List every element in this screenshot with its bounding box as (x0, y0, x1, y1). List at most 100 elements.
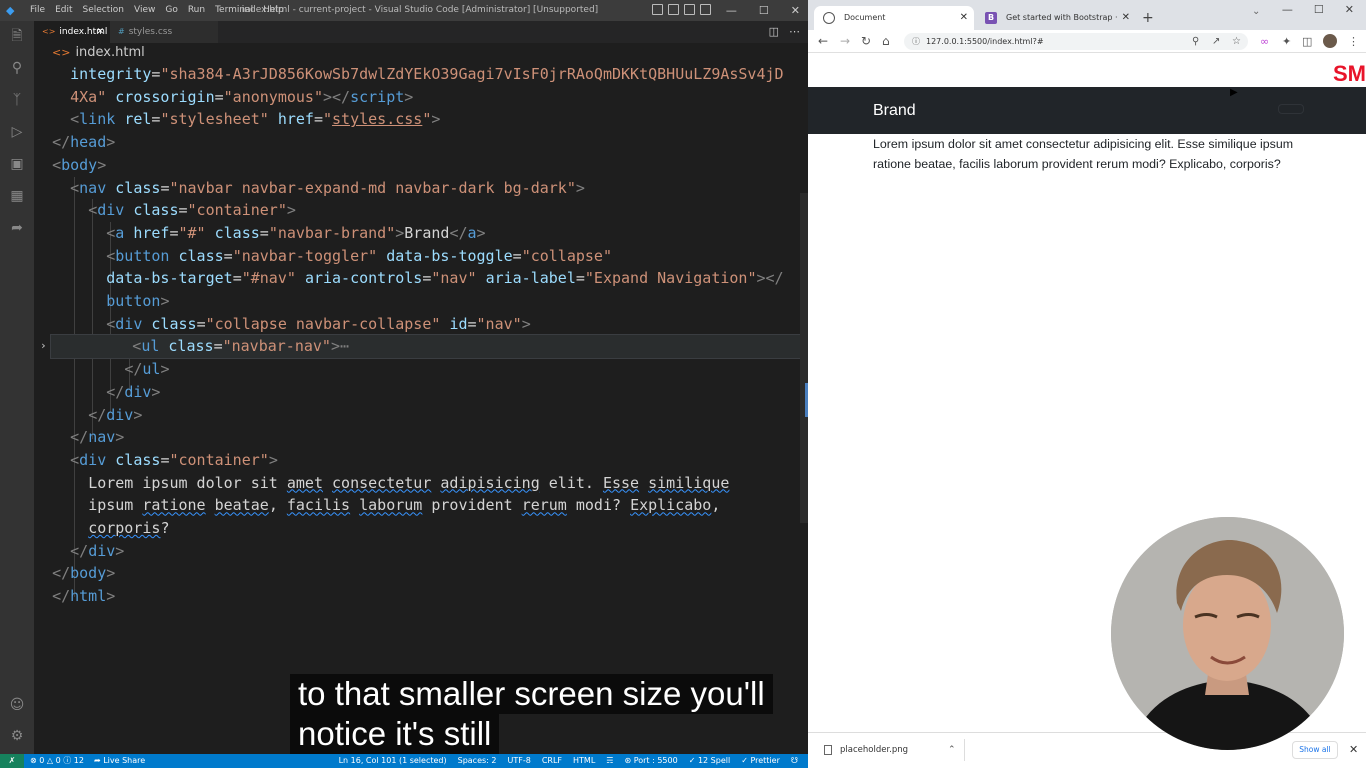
notifications-bell-icon[interactable]: ☋ (791, 754, 798, 768)
menu-edit[interactable]: Edit (55, 0, 72, 21)
video-captions: to that smaller screen size you'll notic… (290, 674, 790, 754)
site-info-icon[interactable]: ⓘ (912, 33, 920, 50)
browser-tab-document[interactable]: Document ✕ (814, 6, 974, 30)
screen: ◆ File Edit Selection View Go Run Termin… (0, 0, 1366, 768)
tab-search-chevron-icon[interactable]: ⌄ (1252, 6, 1260, 18)
editor-tabs: <> index.html ✕ # styles.css ◫ ⋯ (34, 21, 808, 43)
page-paragraph: Lorem ipsum dolor sit amet consectetur a… (873, 137, 1294, 172)
live-share-label: Live Share (103, 756, 146, 765)
spell-check[interactable]: ✓ 12 Spell (689, 754, 731, 768)
spell-label: 12 Spell (697, 756, 731, 765)
back-arrow-icon[interactable]: ← (818, 30, 828, 53)
code-line: <button class="navbar-toggler" data-bs-t… (106, 246, 612, 265)
code-line: </head> (52, 133, 116, 152)
browser-menu-icon[interactable]: ⋮ (1348, 30, 1359, 53)
fold-chevron-icon[interactable]: › (40, 335, 47, 358)
minimize-icon[interactable]: — (1282, 2, 1293, 18)
manage-gear-icon[interactable]: ⚙ (8, 727, 26, 745)
tab-index-html[interactable]: <> index.html ✕ (34, 21, 110, 43)
side-panel-icon[interactable]: ◫ (1302, 30, 1312, 53)
encoding[interactable]: UTF-8 (507, 754, 530, 768)
new-tab-plus-icon[interactable]: + (1142, 6, 1154, 30)
bookmark-star-icon[interactable]: ☆ (1232, 33, 1241, 50)
more-actions-icon[interactable]: ⋯ (789, 21, 800, 43)
explorer-icon[interactable]: 🗎 (8, 27, 26, 45)
breadcrumb[interactable]: <> index.html (34, 43, 808, 63)
code-line: <a href="#" class="navbar-brand">Brand</… (106, 223, 486, 242)
menu-file[interactable]: File (30, 0, 45, 21)
status-bar: ✗ ⊗ 0 △ 0 ⓘ 12 ➦ Live Share Ln 16, Col 1… (0, 754, 808, 768)
tab-close-icon[interactable]: ✕ (1122, 6, 1130, 30)
code-line: </html> (52, 587, 116, 606)
share-icon[interactable]: ↗ (1212, 33, 1220, 50)
tab-close-icon[interactable]: ✕ (96, 21, 104, 43)
menu-selection[interactable]: Selection (83, 0, 124, 21)
prettier-status[interactable]: ✓ Prettier (741, 754, 780, 768)
close-icon[interactable]: ✕ (791, 0, 800, 21)
check-double-icon: ✓ (741, 756, 748, 765)
accounts-icon[interactable]: ☺ (8, 696, 26, 714)
remote-explorer-icon[interactable]: ▣ (8, 155, 26, 173)
minimize-icon[interactable]: — (726, 0, 737, 21)
code-line: 4Xa" crossorigin="anonymous"></script> (70, 87, 414, 106)
run-debug-icon[interactable]: ▷ (8, 123, 26, 141)
profile-avatar[interactable] (1323, 34, 1337, 48)
tab-title: Document (844, 13, 886, 22)
live-server-port[interactable]: ⊛ Port : 5500 (624, 754, 677, 768)
live-share-button[interactable]: ➦ Live Share (94, 754, 145, 768)
address-bar[interactable]: ⓘ 127.0.0.1:5500/index.html?# ⚲ ↗ ☆ (904, 33, 1248, 50)
line-ending[interactable]: CRLF (542, 754, 562, 768)
close-icon[interactable]: ✕ (1345, 2, 1354, 18)
scrollbar-thumb[interactable] (800, 193, 808, 523)
menu-run[interactable]: Run (188, 0, 205, 21)
extensions-puzzle-icon[interactable]: ✦ (1282, 30, 1291, 53)
menu-go[interactable]: Go (165, 0, 177, 21)
status-right: Ln 16, Col 101 (1 selected) Spaces: 2 UT… (339, 754, 798, 768)
download-options-chevron-icon[interactable]: ⌃ (948, 733, 956, 767)
tab-styles-css[interactable]: # styles.css (110, 21, 218, 43)
navbar-toggler-button[interactable] (1278, 104, 1304, 114)
code-editor[interactable]: integrity="sha384-A3rJD856KowSb7dwlZdYEk… (34, 63, 800, 754)
search-icon[interactable]: ⚲ (8, 59, 26, 77)
editor-scrollbar[interactable] (800, 63, 808, 754)
info-icon: ⓘ (63, 756, 72, 765)
spell-icon: ✓ (688, 756, 696, 765)
reload-icon[interactable]: ↻ (861, 30, 871, 53)
download-item[interactable]: placeholder.png (824, 733, 908, 767)
indentation[interactable]: Spaces: 2 (458, 754, 497, 768)
code-line: <div class="collapse navbar-collapse" id… (106, 314, 531, 333)
prettier-label: Prettier (750, 756, 780, 765)
window-title: index.html - current-project - Visual St… (241, 5, 599, 15)
maximize-icon[interactable]: ☐ (1314, 2, 1324, 18)
browser-tab-bootstrap[interactable]: B Get started with Bootstrap · Boot ✕ (976, 6, 1136, 46)
code-line: </ul> (124, 360, 170, 379)
tab-close-icon[interactable]: ✕ (960, 6, 968, 30)
split-editor-icon[interactable]: ◫ (769, 21, 779, 43)
navbar-brand[interactable]: Brand (873, 87, 916, 134)
home-icon[interactable]: ⌂ (882, 30, 890, 53)
zoom-icon[interactable]: ⚲ (1192, 33, 1199, 50)
remote-indicator-icon[interactable]: ✗ (0, 754, 24, 768)
code-line: </div> (70, 541, 125, 560)
code-line: </body> (52, 564, 116, 583)
maximize-icon[interactable]: ☐ (759, 0, 769, 21)
extensions-icon[interactable]: ▦ (8, 187, 26, 205)
language-mode[interactable]: HTML (573, 754, 595, 768)
toggle-sidebar-icon[interactable] (652, 4, 663, 15)
cursor-position[interactable]: Ln 16, Col 101 (1 selected) (339, 754, 447, 768)
close-download-bar-icon[interactable]: ✕ (1349, 733, 1358, 767)
extension-icon[interactable]: ∞ (1260, 30, 1269, 53)
code-line: corporis? (88, 519, 170, 537)
feedback-icon[interactable]: ☴ (606, 754, 613, 768)
live-share-icon[interactable]: ➦ (8, 219, 26, 237)
toggle-secondary-sidebar-icon[interactable] (684, 4, 695, 15)
forward-arrow-icon[interactable]: → (840, 30, 850, 53)
show-all-button[interactable]: Show all (1292, 741, 1338, 759)
menu-view[interactable]: View (134, 0, 155, 21)
problems-indicator[interactable]: ⊗ 0 △ 0 ⓘ 12 (30, 754, 84, 768)
code-line: data-bs-target="#nav" aria-controls="nav… (106, 269, 784, 288)
source-control-icon[interactable]: ᛉ (8, 91, 26, 109)
toggle-panel-icon[interactable] (668, 4, 679, 15)
customize-layout-icon[interactable] (700, 4, 711, 15)
divider (964, 739, 965, 761)
